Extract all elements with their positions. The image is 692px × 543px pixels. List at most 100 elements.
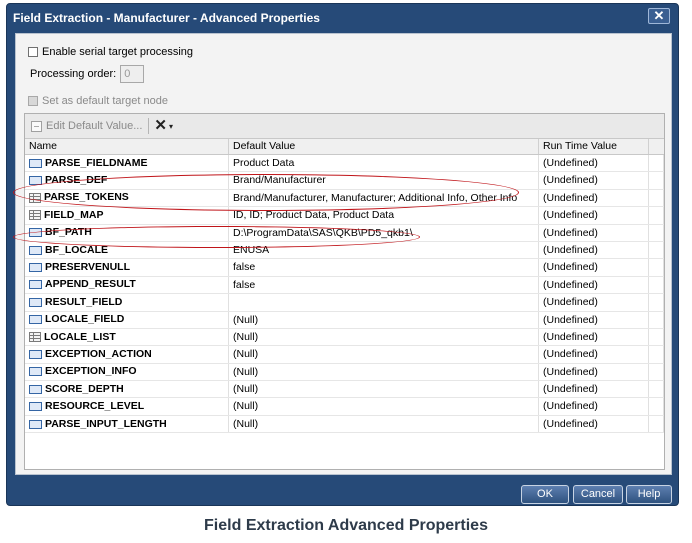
processing-order-input[interactable]: 0	[120, 65, 145, 83]
delete-icon[interactable]: ✕	[154, 118, 167, 133]
default-value-cell[interactable]: Product Data	[229, 155, 539, 172]
column-header-spacer	[649, 139, 664, 154]
property-name-cell: FIELD_MAP	[25, 207, 229, 224]
table-row[interactable]: FIELD_MAP ID, ID; Product Data, Product D…	[25, 207, 664, 225]
table-row[interactable]: RESOURCE_LEVEL (Null) (Undefined)	[25, 398, 664, 416]
string-type-icon	[29, 245, 42, 255]
default-value-cell[interactable]: (Null)	[229, 398, 539, 415]
run-time-value-cell: (Undefined)	[539, 259, 649, 276]
row-spacer-cell	[649, 276, 664, 294]
window-title: Field Extraction - Manufacturer - Advanc…	[13, 11, 320, 25]
property-name: EXCEPTION_ACTION	[45, 348, 152, 360]
figure-caption: Field Extraction Advanced Properties	[204, 517, 488, 534]
column-header-name[interactable]: Name	[25, 139, 229, 154]
row-spacer-cell	[649, 328, 664, 346]
string-type-icon	[29, 158, 42, 168]
run-time-value-cell: (Undefined)	[539, 398, 649, 415]
row-spacer-cell	[649, 311, 664, 328]
default-value-cell[interactable]: ENUSA	[229, 241, 539, 259]
default-value-cell[interactable]	[229, 294, 539, 311]
column-header-run-time-value[interactable]: Run Time Value	[539, 139, 649, 154]
run-time-value-cell: (Undefined)	[539, 155, 649, 172]
close-button[interactable]: ✕	[648, 8, 670, 24]
property-name: FIELD_MAP	[44, 208, 104, 221]
property-name: BF_LOCALE	[45, 243, 108, 256]
default-value-cell[interactable]: Brand/Manufacturer	[229, 172, 539, 189]
run-time-value-cell: (Undefined)	[539, 294, 649, 311]
string-type-icon	[29, 349, 42, 359]
default-value-cell[interactable]: (Null)	[229, 328, 539, 346]
run-time-value-cell: (Undefined)	[539, 276, 649, 294]
property-name-cell: BF_LOCALE	[25, 241, 229, 259]
table-row[interactable]: PARSE_FIELDNAME Product Data (Undefined)	[25, 155, 664, 173]
title-bar[interactable]: Field Extraction - Manufacturer - Advanc…	[7, 4, 678, 32]
default-value-cell[interactable]: ID, ID; Product Data, Product Data	[229, 207, 539, 224]
run-time-value-cell: (Undefined)	[539, 172, 649, 189]
row-spacer-cell	[649, 363, 664, 381]
property-name: PARSE_FIELDNAME	[45, 156, 148, 169]
property-name: SCORE_DEPTH	[45, 382, 124, 395]
property-name-cell: APPEND_RESULT	[25, 276, 229, 294]
table-row[interactable]: RESULT_FIELD (Undefined)	[25, 294, 664, 312]
property-name-cell: PARSE_FIELDNAME	[25, 155, 229, 172]
default-node-checkbox	[28, 96, 38, 106]
default-value-cell[interactable]: (Null)	[229, 346, 539, 363]
ok-button[interactable]: OK	[521, 485, 569, 504]
property-name-cell: BF_PATH	[25, 224, 229, 241]
default-value-cell[interactable]: (Null)	[229, 381, 539, 398]
cancel-button[interactable]: Cancel	[573, 485, 623, 504]
list-type-icon	[29, 210, 41, 221]
processing-order-label: Processing order:	[30, 68, 117, 80]
row-spacer-cell	[649, 381, 664, 398]
default-value-cell[interactable]: Brand/Manufacturer, Manufacturer; Additi…	[229, 189, 539, 207]
property-name: APPEND_RESULT	[45, 278, 136, 291]
property-name-cell: PARSE_DEF	[25, 172, 229, 189]
column-header-default-value[interactable]: Default Value	[229, 139, 539, 154]
table-row[interactable]: PARSE_TOKENS Brand/Manufacturer, Manufact…	[25, 189, 664, 208]
table-row[interactable]: PRESERVENULL false (Undefined)	[25, 259, 664, 277]
table-row[interactable]: PARSE_INPUT_LENGTH (Null) (Undefined)	[25, 415, 664, 434]
string-type-icon	[29, 228, 42, 238]
table-row[interactable]: SCORE_DEPTH (Null) (Undefined)	[25, 381, 664, 399]
row-spacer-cell	[649, 346, 664, 363]
default-value-cell[interactable]: (Null)	[229, 415, 539, 433]
table-row[interactable]: BF_LOCALE ENUSA (Undefined)	[25, 241, 664, 260]
run-time-value-cell: (Undefined)	[539, 328, 649, 346]
run-time-value-cell: (Undefined)	[539, 381, 649, 398]
chevron-down-icon[interactable]: ▾	[169, 122, 173, 131]
default-value-cell[interactable]: D:\ProgramData\SAS\QKB\PD5_qkb1\	[229, 224, 539, 241]
run-time-value-cell: (Undefined)	[539, 363, 649, 381]
run-time-value-cell: (Undefined)	[539, 189, 649, 207]
row-spacer-cell	[649, 189, 664, 207]
serial-processing-checkbox[interactable]	[28, 47, 38, 57]
table-row[interactable]: EXCEPTION_ACTION (Null) (Undefined)	[25, 346, 664, 364]
table-row[interactable]: APPEND_RESULT false (Undefined)	[25, 276, 664, 295]
run-time-value-cell: (Undefined)	[539, 415, 649, 433]
property-name-cell: SCORE_DEPTH	[25, 381, 229, 398]
table-header: Name Default Value Run Time Value	[25, 139, 664, 155]
string-type-icon	[29, 297, 42, 307]
table-row[interactable]: BF_PATH D:\ProgramData\SAS\QKB\PD5_qkb1\(…	[25, 224, 664, 242]
serial-processing-option[interactable]: Enable serial target processing	[28, 46, 193, 58]
processing-order-row: Processing order: 0	[30, 65, 145, 83]
run-time-value-cell: (Undefined)	[539, 346, 649, 363]
default-node-label: Set as default target node	[42, 95, 168, 107]
help-button[interactable]: Help	[626, 485, 672, 504]
run-time-value-cell: (Undefined)	[539, 241, 649, 259]
default-value-cell[interactable]: (Null)	[229, 311, 539, 328]
string-type-icon	[29, 384, 42, 394]
edit-default-value-button[interactable]: Edit Default Value...	[31, 120, 142, 132]
table-row[interactable]: EXCEPTION_INFO (Null) (Undefined)	[25, 363, 664, 382]
table-row[interactable]: PARSE_DEF Brand/Manufacturer (Undefined)	[25, 172, 664, 190]
string-type-icon	[29, 263, 42, 273]
property-name: PARSE_DEF	[45, 174, 108, 187]
default-value-cell[interactable]: false	[229, 259, 539, 276]
table-row[interactable]: LOCALE_LIST (Null) (Undefined)	[25, 328, 664, 347]
property-name: BF_PATH	[45, 226, 92, 239]
default-value-cell[interactable]: false	[229, 276, 539, 294]
toolbar-separator	[148, 118, 150, 134]
table-body: PARSE_FIELDNAME Product Data (Undefined) PA…	[25, 155, 664, 434]
table-row[interactable]: LOCALE_FIELD (Null) (Undefined)	[25, 311, 664, 329]
property-name: PARSE_INPUT_LENGTH	[45, 417, 167, 430]
default-value-cell[interactable]: (Null)	[229, 363, 539, 381]
